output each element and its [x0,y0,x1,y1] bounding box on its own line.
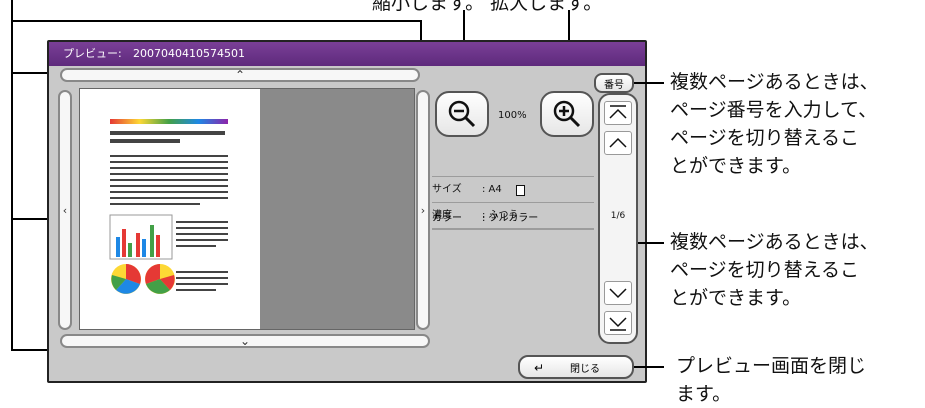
zoom-in-button[interactable] [540,91,594,137]
preview-page-graphic [109,119,228,294]
info-value: : フルカラー [482,213,539,224]
page-number-label: 番号 [604,79,624,91]
chevron-right-icon: › [420,203,426,217]
annotation-line: 複数ページあるときは、 [670,231,879,253]
annotation-close: プレビュー画面を閉じ ます。 [676,352,866,408]
close-button[interactable]: ↵ 閉じる [518,355,634,379]
page-navigation: 1/6 [598,93,638,344]
previous-page-button[interactable] [604,131,632,155]
scroll-right-handle[interactable]: › [416,90,430,330]
chevron-left-icon: ‹ [62,203,68,217]
job-id: 2007040410574501 [133,47,245,60]
annotation-line: ます。 [676,383,732,405]
callout-line [638,242,664,244]
annotation-line: とができます。 [670,155,802,177]
annotation-line: 複数ページあるときは、 [670,71,879,93]
preview-area[interactable] [79,88,415,330]
horizontal-scrollbar-top[interactable]: ⌃ [60,68,420,82]
paper-icon [516,185,525,196]
info-row-size: サイズ : A4 [432,176,594,203]
annotation-line: プレビュー画面を閉じ [676,355,867,377]
chevron-first-icon [609,105,627,119]
first-page-button[interactable] [604,101,632,125]
info-label: カラー [432,213,462,224]
next-page-button[interactable] [604,281,632,305]
chevron-last-icon [609,317,627,331]
page-number-button[interactable]: 番号 [594,73,634,93]
zoom-level: 100% [498,110,527,121]
callout-line [11,0,13,350]
annotation-line: とができます。 [670,287,802,309]
title-bar: プレビュー: 2007040410574501 [49,42,645,66]
callout-line [11,20,421,22]
annotation-page-switch: 複数ページあるときは、 ページを切り替えるこ とができます。 [670,228,879,312]
scroll-down-icon[interactable]: ⌄ [240,334,250,348]
chevron-down-icon [609,288,627,299]
scroll-up-icon[interactable]: ⌃ [235,68,245,82]
zoom-out-icon [448,100,476,128]
scroll-left-handle[interactable]: ‹ [58,90,72,330]
horizontal-scrollbar-bottom[interactable]: ⌄ [60,334,430,348]
title-label: プレビュー: [63,47,122,60]
close-label: 閉じる [570,363,600,375]
info-value: : A4 [482,184,502,195]
annotation-line: ページ番号を入力して、 [670,99,878,121]
annotation-line: ページを切り替えるこ [670,127,860,149]
annotation-line: ページを切り替えるこ [670,259,860,281]
return-icon: ↵ [534,361,545,375]
annotation-page-number: 複数ページあるときは、 ページ番号を入力して、 ページを切り替えるこ とができま… [670,68,879,180]
preview-page [80,89,260,329]
zoom-in-icon [553,100,581,128]
last-page-button[interactable] [604,311,632,335]
callout-line [634,82,664,84]
chevron-up-icon [609,137,627,148]
info-label: サイズ [432,184,462,195]
callout-line [634,366,664,368]
zoom-out-button[interactable] [435,91,489,137]
page-indicator: 1/6 [610,211,626,221]
